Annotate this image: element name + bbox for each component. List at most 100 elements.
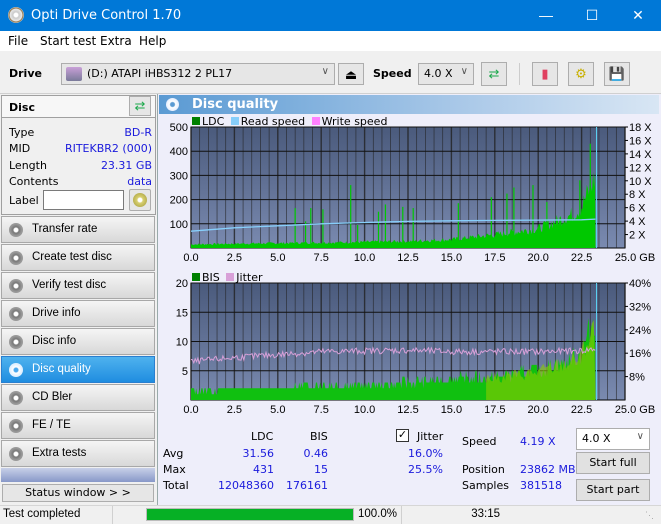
max-jitter: 25.5% — [408, 463, 443, 476]
menu-file[interactable]: File — [8, 34, 28, 48]
x-tick-label: 2.5 — [227, 252, 242, 264]
nav-verify-test-disc[interactable]: Verify test disc — [1, 272, 155, 299]
nav-fe-te[interactable]: FE / TE — [1, 412, 155, 439]
total-ldc: 12048360 — [218, 479, 274, 492]
jitter-label: Jitter — [417, 430, 444, 443]
label-disc-button[interactable] — [129, 189, 151, 211]
disc-row-mid: MID RITEKBR2 (000) — [9, 142, 152, 155]
x-tick-label: 15.0 — [441, 252, 462, 264]
sidebar: Disc ⇄ Type BD-R MID RITEKBR2 (000) Length… — [0, 94, 157, 505]
menu-start-test[interactable]: Start test — [40, 34, 96, 48]
nav-transfer-rate[interactable]: Transfer rate — [1, 216, 155, 243]
minimize-button[interactable]: — — [523, 0, 569, 31]
y2-tick-label: 14 X — [629, 149, 652, 161]
status-divider — [112, 506, 113, 524]
y-tick-label: 300 — [170, 170, 188, 182]
speed-label: Speed — [373, 67, 412, 80]
start-full-button[interactable]: Start full — [576, 452, 650, 474]
verify-disc-icon — [9, 279, 23, 293]
status-window-button[interactable]: Status window > > — [2, 484, 154, 502]
nav-drive-info[interactable]: Drive info — [1, 300, 155, 327]
stats-header-bis: BIS — [310, 430, 328, 443]
y2-tick-label: 16% — [629, 348, 651, 360]
progress-fill — [147, 509, 353, 520]
disc-refresh-button[interactable]: ⇄ — [129, 96, 151, 116]
x-tick-label: 15.0 — [441, 404, 462, 416]
nav-spacer — [1, 468, 155, 482]
eraser-icon: ▮ — [541, 66, 549, 81]
extra-tests-icon — [9, 447, 23, 461]
x-tick-label: 17.5 — [484, 252, 505, 264]
disc-quality-icon — [166, 98, 179, 111]
chevron-down-icon: ∨ — [321, 66, 329, 77]
settings-icon: ⚙ — [575, 66, 587, 81]
samples-label: Samples — [462, 479, 509, 492]
refresh-icon: ⇄ — [488, 66, 500, 81]
jitter-checkbox[interactable]: ✓ — [396, 429, 409, 442]
eject-button[interactable]: ⏏ — [338, 63, 364, 85]
disc-info-icon — [9, 335, 23, 349]
nav-disc-quality[interactable]: Disc quality — [1, 356, 155, 383]
ldc-chart: 100 200 300 400 500 0.0 2.5 5.0 7.5 10.0 12.5 15.0 1… — [170, 122, 656, 264]
status-text: Test completed — [3, 508, 81, 520]
x-tick-label: 5.0 — [270, 252, 285, 264]
cd-bler-icon — [9, 391, 23, 405]
x-tick-label: 7.5 — [314, 252, 329, 264]
nav-cd-bler[interactable]: CD Bler — [1, 384, 155, 411]
status-divider — [401, 506, 402, 524]
disc-title: Disc — [9, 101, 35, 114]
disc-icon — [133, 193, 147, 207]
speed-value: 4.19 X — [520, 435, 556, 448]
x-tick-label: 0.0 — [183, 404, 198, 416]
y2-tick-label: 8% — [629, 372, 645, 384]
maximize-button[interactable]: ☐ — [569, 0, 615, 31]
x-tick-label: 10.0 — [354, 252, 375, 264]
x-tick-label: 25.0 GB — [615, 404, 655, 416]
speed-label: Speed — [462, 435, 497, 448]
disc-row-length: Length 23.31 GB — [9, 159, 152, 172]
disc-panel: Disc ⇄ Type BD-R MID RITEKBR2 (000) Length… — [1, 95, 156, 215]
nav-create-test-disc[interactable]: Create test disc — [1, 244, 155, 271]
y-tick-label: 400 — [170, 146, 188, 158]
y-tick-label: 100 — [170, 219, 188, 231]
start-part-button[interactable]: Start part — [576, 479, 650, 501]
menu-extra[interactable]: Extra — [100, 34, 132, 48]
label-input[interactable] — [43, 190, 124, 210]
speed-value: 4.0 X — [424, 67, 453, 80]
toolbar-divider — [519, 63, 520, 85]
y2-tick-label: 2 X — [629, 230, 646, 242]
x-tick-label: 20.0 — [527, 252, 548, 264]
erase-button[interactable]: ▮ — [532, 62, 558, 86]
eject-icon: ⏏ — [344, 67, 358, 82]
bis-chart: 5 10 15 20 0.0 2.5 5.0 7.5 10.0 12.5 15.0 17.5 20.0 2… — [176, 278, 655, 416]
close-button[interactable]: ✕ — [615, 0, 661, 31]
y2-tick-label: 12 X — [629, 162, 652, 174]
avg-ldc: 31.56 — [242, 447, 275, 460]
y2-tick-label: 4 X — [629, 216, 646, 228]
y2-tick-label: 8 X — [629, 189, 646, 201]
position-value: 23862 MB — [520, 463, 576, 476]
x-tick-label: 2.5 — [227, 404, 242, 416]
nav-extra-tests[interactable]: Extra tests — [1, 440, 155, 467]
refresh-icon: ⇄ — [134, 98, 146, 113]
title-bar: Opti Drive Control 1.70 — ☐ ✕ — [0, 0, 661, 31]
y2-tick-label: 10 X — [629, 176, 652, 188]
total-bis: 176161 — [286, 479, 328, 492]
test-speed-select[interactable]: 4.0 X ∨ — [576, 428, 650, 450]
refresh-button[interactable]: ⇄ — [481, 62, 507, 86]
x-tick-label: 10.0 — [354, 404, 375, 416]
menu-help[interactable]: Help — [139, 34, 166, 48]
create-disc-icon — [9, 251, 23, 265]
settings-button[interactable]: ⚙ — [568, 62, 594, 86]
test-speed-value: 4.0 X — [582, 432, 611, 445]
speed-select[interactable]: 4.0 X ∨ — [418, 63, 474, 85]
nav-disc-info[interactable]: Disc info — [1, 328, 155, 355]
drive-select[interactable]: (D:) ATAPI iHBS312 2 PL17 ∨ — [61, 63, 335, 85]
y-tick-label: 20 — [176, 278, 188, 290]
x-tick-label: 5.0 — [270, 404, 285, 416]
toolbar: Drive (D:) ATAPI iHBS312 2 PL17 ∨ ⏏ Spee… — [0, 51, 661, 94]
resize-grip-icon[interactable]: ⋱ — [645, 510, 654, 521]
save-button[interactable]: 💾 — [604, 62, 630, 86]
x-tick-label: 12.5 — [397, 252, 418, 264]
x-tick-label: 12.5 — [397, 404, 418, 416]
